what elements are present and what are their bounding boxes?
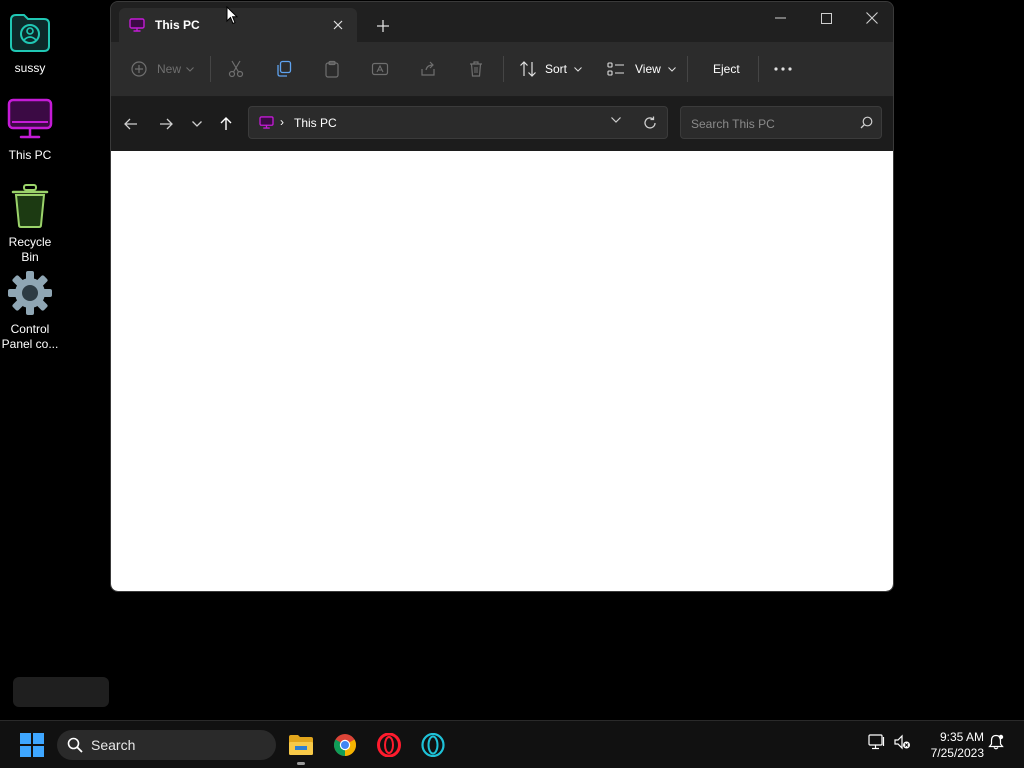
new-tab-plus-icon[interactable] [373,16,393,36]
chrome-icon [334,734,356,756]
more-options-button[interactable] [774,55,792,83]
desktop-icon-label: Control Panel co... [1,322,59,351]
cut-button[interactable] [227,55,245,83]
mouse-cursor-icon [226,6,238,25]
windows-logo-icon [20,733,44,757]
desktop-icon-this-pc[interactable]: This PC [0,95,60,163]
file-explorer-window: This PC New Sort View Eject › This PC Se… [110,1,894,592]
opera-gx-icon [421,733,445,757]
close-window-button[interactable] [849,6,893,30]
toolbar-divider [758,56,759,82]
taskbar-search-label: Search [91,737,136,753]
taskbar-opera[interactable] [373,729,405,761]
chevron-down-icon [192,121,202,127]
clock-time: 9:35 AM [939,730,984,744]
desktop-icon-label: This PC [8,148,52,162]
sort-button[interactable]: Sort [519,55,582,83]
recent-locations-button[interactable] [186,113,208,135]
command-bar: New Sort View Eject [111,42,893,97]
sort-label: Sort [545,62,568,76]
rename-icon [371,62,389,76]
taskbar: Search 9:35 AM 7/25/2023 [0,720,1024,768]
running-indicator [297,762,305,765]
rename-button[interactable] [371,55,389,83]
monitor-icon [129,18,145,32]
tab-this-pc[interactable]: This PC [119,8,357,42]
copy-icon [277,60,292,77]
view-label: View [635,62,661,76]
address-history-chevron-icon[interactable] [611,117,621,123]
taskbar-chrome[interactable] [329,729,361,761]
start-button[interactable] [20,733,44,762]
more-dots-icon [774,67,792,71]
desktop-icon-control-panel[interactable]: Control Panel co... [0,269,60,352]
back-button[interactable] [120,113,142,135]
taskbar-file-explorer[interactable] [285,729,317,765]
share-icon [421,61,435,76]
eject-button[interactable]: Eject [713,55,740,83]
chevron-down-icon [186,66,194,72]
breadcrumb-chevron-icon[interactable]: › [280,115,284,129]
arrow-up-icon [220,117,232,130]
breadcrumb-this-pc[interactable]: This PC [294,116,337,130]
toolbar-divider [687,56,688,82]
maximize-button[interactable] [803,6,849,30]
monitor-icon [6,95,54,143]
taskbar-opera-gx[interactable] [417,729,449,761]
view-list-icon [607,62,624,76]
new-button-label: New [157,62,182,76]
hidden-notification-pill [13,677,109,707]
toolbar-divider [503,56,504,82]
plus-circle-icon [131,61,147,77]
minimize-button[interactable] [757,6,803,30]
tab-title: This PC [155,18,200,32]
arrow-right-icon [160,118,173,130]
paste-button[interactable] [323,55,341,83]
clock-date: 7/25/2023 [930,746,984,760]
monitor-icon [259,116,274,129]
search-box [680,106,882,140]
gear-icon [6,269,54,317]
navigation-bar: › This PC [111,97,893,151]
copy-button[interactable] [275,55,293,83]
desktop-icon-recycle-bin[interactable]: Recycle Bin [0,182,60,265]
clipboard-icon [325,60,339,78]
sort-icon [520,61,536,77]
new-button[interactable]: New [131,55,194,83]
eject-label: Eject [713,62,740,76]
notification-bell-icon[interactable] [988,734,1004,755]
file-list-pane[interactable] [111,151,893,591]
desktop-icon-label: Recycle Bin [8,235,52,264]
search-icon [67,737,83,753]
search-icon[interactable] [860,116,873,129]
search-input[interactable] [689,107,858,140]
desktop-icon-sussy[interactable]: sussy [0,8,60,76]
recycle-bin-icon [6,182,54,230]
close-tab-icon[interactable] [329,16,347,34]
chevron-down-icon [667,66,676,72]
trash-icon [470,61,482,77]
folder-icon [289,735,313,755]
toolbar-divider [210,56,211,82]
refresh-icon[interactable] [643,116,657,130]
network-icon[interactable] [868,734,886,755]
scissors-icon [228,60,244,78]
delete-button[interactable] [467,55,485,83]
share-button[interactable] [419,55,437,83]
opera-icon [377,733,401,757]
view-button[interactable]: View [607,55,676,83]
system-clock[interactable]: 9:35 AM 7/25/2023 [918,729,984,761]
arrow-left-icon [124,118,137,130]
chevron-down-icon [574,66,582,72]
forward-button[interactable] [155,113,177,135]
desktop-icon-label: sussy [14,61,46,75]
user-folder-icon [6,8,54,56]
volume-muted-icon[interactable] [893,734,911,755]
taskbar-search-box[interactable]: Search [57,730,276,760]
address-bar[interactable]: › This PC [248,106,668,139]
up-button[interactable] [215,113,237,135]
